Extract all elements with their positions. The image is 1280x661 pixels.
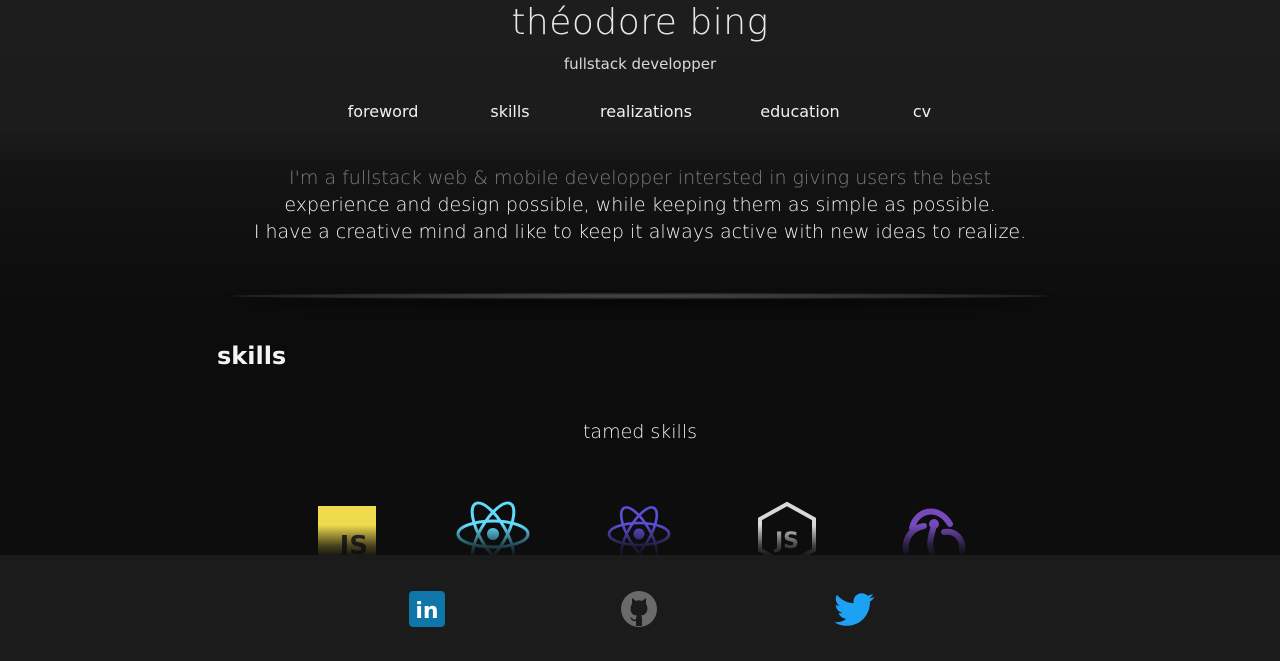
foreword-line: I'm a fullstack web & mobile developper … [289, 167, 991, 189]
nav-item-skills[interactable]: skills [490, 102, 529, 121]
nav-item-realizations[interactable]: realizations [600, 102, 692, 121]
skills-icon-row: JS JS [0, 498, 1280, 558]
react-native-icon [607, 498, 671, 558]
page: théodore bing fullstack developper forew… [0, 0, 1280, 661]
section-title-skills: skills [217, 342, 287, 370]
linkedin-icon[interactable]: in [408, 590, 446, 628]
svg-text:JS: JS [773, 529, 799, 554]
javascript-icon: JS [318, 498, 376, 558]
nav-item-cv[interactable]: cv [913, 102, 931, 121]
site-subtitle: fullstack developper [563, 55, 717, 73]
main-nav: foreword skills realizations education c… [0, 102, 1280, 124]
site-title: théodore bing [511, 2, 769, 43]
svg-text:JS: JS [338, 531, 368, 558]
nav-item-foreword[interactable]: foreword [348, 102, 419, 121]
svg-text:in: in [415, 599, 438, 624]
foreword-line: I have a creative mind and like to keep … [253, 221, 1027, 243]
redux-icon [898, 498, 970, 558]
react-icon [455, 498, 531, 558]
github-icon[interactable] [620, 590, 658, 628]
twitter-icon[interactable] [834, 590, 876, 628]
nav-item-education[interactable]: education [760, 102, 839, 121]
footer: in [0, 555, 1280, 661]
foreword-line: experience and design possible, while ke… [284, 194, 996, 216]
nodejs-icon: JS [757, 498, 817, 558]
foreword-text: I'm a fullstack web & mobile developper … [0, 165, 1280, 246]
section-divider [232, 293, 1048, 299]
subsection-title-tamed-skills: tamed skills [582, 421, 698, 443]
